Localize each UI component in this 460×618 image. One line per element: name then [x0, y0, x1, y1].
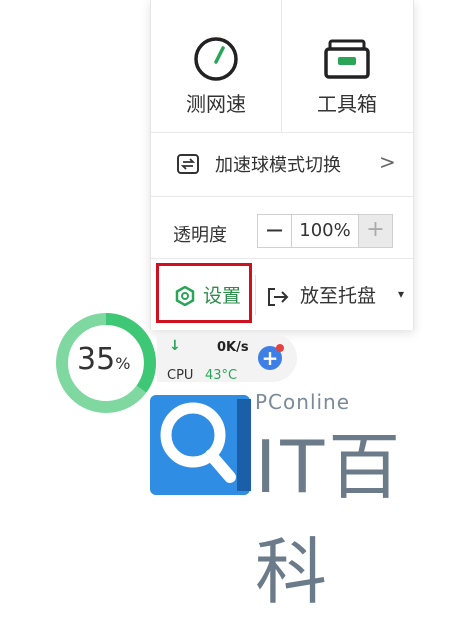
opacity-row: 透明度 − 100% + — [151, 197, 413, 257]
download-arrow-icon: ↓ — [169, 338, 181, 354]
watermark-text: IT百科 — [255, 425, 405, 614]
opacity-stepper: − 100% + — [257, 214, 393, 248]
opacity-label: 透明度 — [173, 225, 227, 246]
toolbox-tile[interactable]: 工具箱 — [282, 0, 412, 132]
settings-label: 设置 — [203, 285, 242, 307]
mode-switch-label: 加速球模式切换 — [215, 155, 341, 176]
speedometer-icon — [194, 37, 238, 81]
bottom-actions: 设置 放至托盘 ▾ — [151, 258, 413, 331]
mode-switch-row[interactable]: 加速球模式切换 > — [151, 132, 413, 197]
acceleration-ball[interactable]: 35% — [55, 312, 157, 414]
tool-tiles: 测网速 工具箱 — [151, 0, 413, 133]
dropdown-arrow-icon: ▾ — [398, 287, 405, 301]
tray-label: 放至托盘 — [300, 285, 377, 307]
speed-test-tile[interactable]: 测网速 — [151, 0, 282, 132]
settings-hexagon-icon — [175, 286, 195, 306]
cpu-temperature: 43°C — [205, 368, 238, 383]
memory-percent: 35% — [77, 342, 131, 377]
accelerator-menu-panel: 测网速 工具箱 加速球模式切换 > 透明度 − 100% + 设置 放至托盘 ▾ — [150, 0, 414, 330]
notification-dot — [276, 344, 284, 352]
toolbox-label: 工具箱 — [317, 92, 377, 116]
tray-exit-icon — [268, 288, 289, 306]
settings-button[interactable]: 设置 — [156, 263, 252, 323]
divider — [255, 275, 256, 315]
speed-test-label: 测网速 — [186, 92, 246, 116]
opacity-decrease-button[interactable]: − — [258, 215, 292, 247]
opacity-value: 100% — [299, 220, 351, 241]
chevron-right-icon: > — [379, 150, 396, 174]
toolbox-icon — [324, 39, 370, 79]
download-speed: 0K/s — [217, 340, 249, 355]
opacity-increase-button[interactable]: + — [358, 215, 392, 247]
cpu-label: CPU — [167, 368, 194, 383]
switch-mode-icon — [177, 154, 199, 174]
add-plus-button[interactable]: + — [258, 344, 284, 370]
